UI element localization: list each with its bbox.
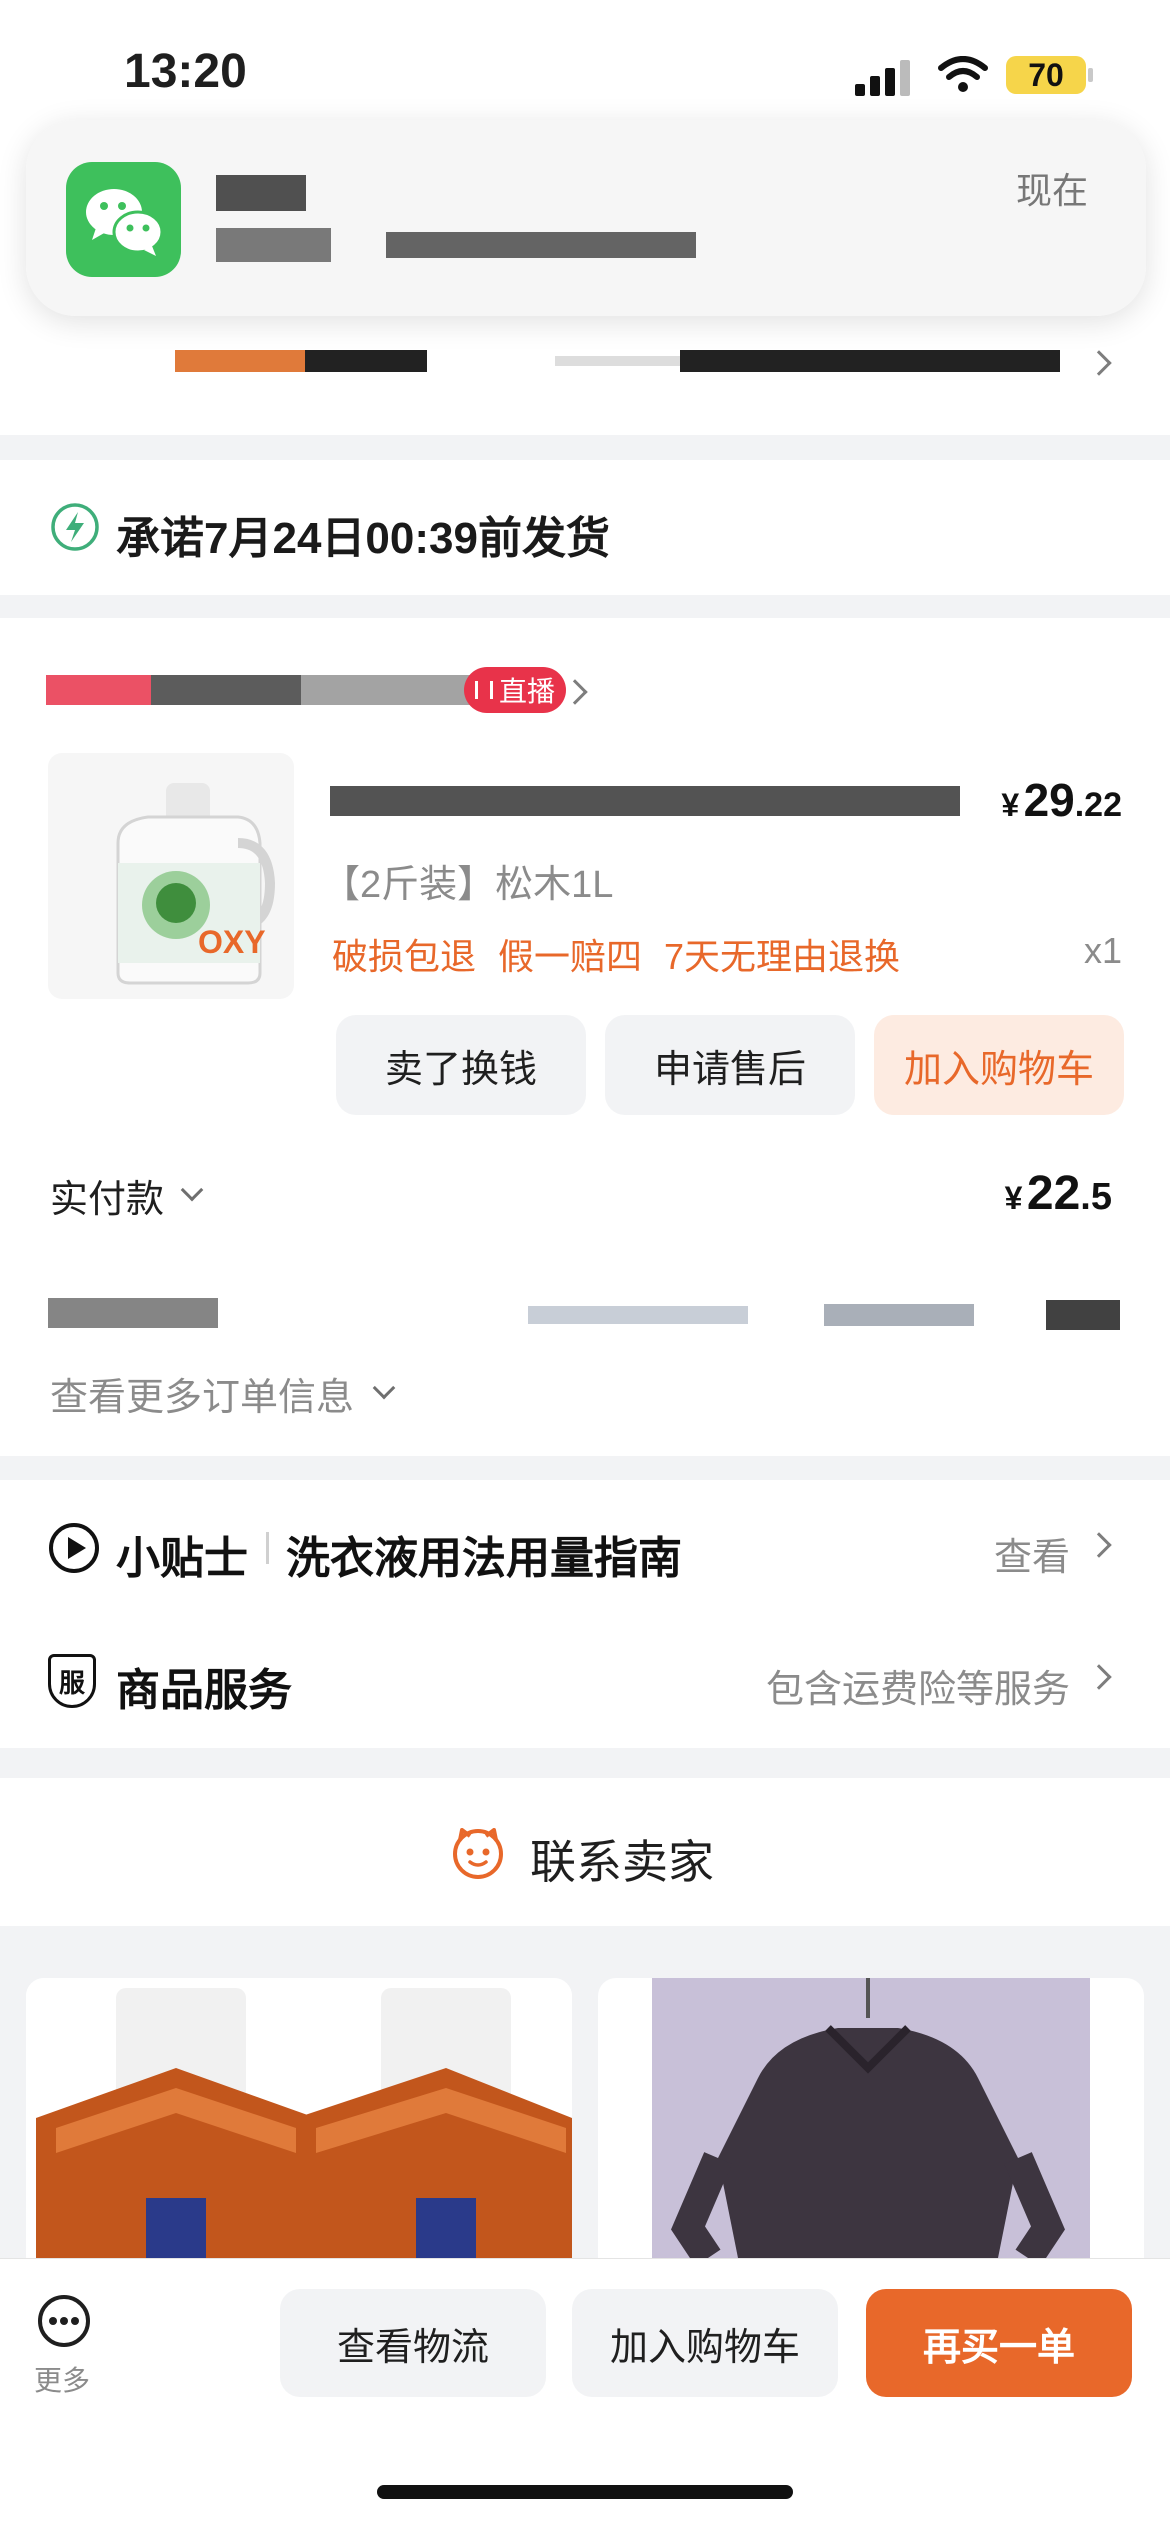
service-shield-badge: 服 bbox=[58, 1667, 85, 1698]
price-symbol: ¥ bbox=[1001, 787, 1020, 823]
home-indicator bbox=[377, 2485, 793, 2499]
wechat-icon bbox=[66, 162, 181, 277]
price-integer: 29 bbox=[1023, 774, 1075, 826]
paid-row[interactable]: 实付款 bbox=[50, 1168, 204, 1223]
live-badge-label: 直播 bbox=[498, 676, 555, 707]
live-badge: 直播 bbox=[464, 667, 566, 713]
tips-row[interactable]: 小贴士 洗衣液用法用量指南 查看 bbox=[0, 1480, 1170, 1614]
signal-icon bbox=[855, 56, 915, 96]
svg-text:OXY: OXY bbox=[198, 924, 266, 960]
tips-title: 洗衣液用法用量指南 bbox=[286, 1534, 682, 1583]
product-tags: 破损包退 假一赔四 7天无理由退换 bbox=[332, 928, 900, 980]
order-card: 直播 OXY ¥ 29.22 【2斤装】松木1L 破损包退 假一赔四 7天无理由… bbox=[0, 618, 1170, 1456]
services-row[interactable]: 服 商品服务 包含运费险等服务 bbox=[0, 1614, 1170, 1748]
shop-chevron-icon bbox=[562, 679, 588, 705]
paid-label: 实付款 bbox=[50, 1179, 165, 1221]
more-order-info[interactable]: 查看更多订单信息 bbox=[50, 1366, 396, 1421]
bottom-add-cart-button[interactable]: 加入购物车 bbox=[572, 2289, 838, 2397]
live-bars-icon bbox=[474, 681, 493, 699]
tips-divider bbox=[266, 1532, 269, 1564]
services-chevron-icon bbox=[1086, 1664, 1112, 1690]
tips-view-action[interactable]: 查看 bbox=[994, 1526, 1070, 1581]
wifi-icon bbox=[938, 56, 988, 92]
product-price: ¥ 29.22 bbox=[1001, 773, 1122, 827]
header-chevron-icon[interactable] bbox=[1086, 350, 1112, 376]
paid-integer: 22 bbox=[1026, 1167, 1081, 1220]
add-cart-button[interactable]: 加入购物车 bbox=[874, 1015, 1124, 1115]
paid-decimal: .5 bbox=[1080, 1176, 1112, 1218]
product-image[interactable]: OXY bbox=[48, 753, 294, 999]
status-time: 13:20 bbox=[124, 45, 247, 98]
tag-fake-compensate: 假一赔四 bbox=[498, 936, 643, 977]
battery-level: 70 bbox=[1028, 56, 1064, 93]
battery-icon: 70 bbox=[1006, 56, 1086, 94]
view-logistics-button[interactable]: 查看物流 bbox=[280, 2289, 546, 2397]
more-label: 更多 bbox=[34, 2365, 91, 2396]
service-shield-icon: 服 bbox=[48, 1654, 96, 1708]
price-decimal: .22 bbox=[1074, 786, 1122, 824]
bottom-action-bar: 更多 查看物流 加入购物车 再买一单 bbox=[0, 2258, 1170, 2532]
play-circle-icon bbox=[49, 1523, 99, 1573]
more-dots-icon bbox=[38, 2295, 90, 2347]
more-order-info-label: 查看更多订单信息 bbox=[50, 1377, 355, 1419]
recommend-tile-2[interactable] bbox=[598, 1978, 1144, 2258]
lightning-icon bbox=[51, 503, 99, 551]
paid-amount: ¥ 22.5 bbox=[1005, 1166, 1112, 1221]
tips-chevron-icon bbox=[1086, 1532, 1112, 1558]
contact-seller-card[interactable]: 联系卖家 bbox=[0, 1778, 1170, 1926]
shop-row[interactable]: 直播 bbox=[46, 663, 606, 723]
paid-symbol: ¥ bbox=[1004, 1180, 1023, 1216]
services-title: 商品服务 bbox=[116, 1666, 292, 1715]
paid-chevron-icon bbox=[180, 1178, 204, 1201]
wechat-notification[interactable]: 现在 bbox=[26, 120, 1146, 316]
product-quantity: x1 bbox=[1083, 930, 1122, 971]
contact-seller-label: 联系卖家 bbox=[530, 1836, 714, 1888]
services-summary: 包含运费险等服务 bbox=[765, 1669, 1070, 1711]
more-button[interactable]: 更多 bbox=[28, 2293, 100, 2403]
after-sale-button[interactable]: 申请售后 bbox=[605, 1015, 855, 1115]
shipping-promise-text: 承诺7月24日00:39前发货 bbox=[116, 514, 610, 563]
rebuy-button[interactable]: 再买一单 bbox=[866, 2289, 1132, 2397]
notification-time: 现在 bbox=[1015, 170, 1088, 211]
tips-prefix: 小贴士 bbox=[116, 1534, 248, 1583]
product-spec: 【2斤装】松木1L bbox=[322, 864, 614, 906]
tag-damage-refund: 破损包退 bbox=[332, 936, 477, 977]
shipping-promise-card: 承诺7月24日00:39前发货 bbox=[0, 460, 1170, 595]
more-info-chevron-icon bbox=[372, 1376, 396, 1399]
sell-button[interactable]: 卖了换钱 bbox=[336, 1015, 586, 1115]
tips-services-card: 小贴士 洗衣液用法用量指南 查看 服 商品服务 包含运费险等服务 bbox=[0, 1480, 1170, 1748]
recommend-tile-1[interactable] bbox=[26, 1978, 572, 2258]
seller-face-icon bbox=[453, 1828, 503, 1879]
tag-7day-return: 7天无理由退换 bbox=[664, 936, 901, 977]
battery-cap bbox=[1088, 68, 1093, 82]
status-bar: 13:20 70 bbox=[0, 0, 1170, 110]
